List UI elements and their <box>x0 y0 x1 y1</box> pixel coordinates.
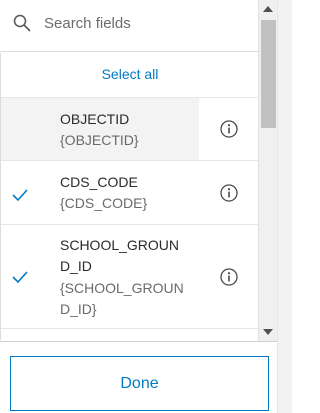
info-icon[interactable] <box>219 267 239 287</box>
search-icon <box>13 14 31 32</box>
field-alias: {SCHOOL_GROUND_ID} <box>60 280 184 317</box>
field-row-partial[interactable] <box>1 328 258 340</box>
field-row-objectid[interactable]: OBJECTID {OBJECTID} <box>1 97 258 160</box>
info-cell <box>199 98 258 160</box>
info-cell <box>199 161 258 224</box>
divider <box>0 341 277 342</box>
outer-scroll-track <box>277 0 292 413</box>
info-icon[interactable] <box>219 119 239 139</box>
check-icon <box>12 271 28 284</box>
field-picker-panel: Select all OBJECTID {OBJECTID} CDS_CODE … <box>0 0 292 413</box>
field-alias: {CDS_CODE} <box>60 195 148 211</box>
select-all-link[interactable]: Select all <box>1 66 258 82</box>
field-list[interactable]: Select all OBJECTID {OBJECTID} CDS_CODE … <box>0 53 258 340</box>
scrollbar[interactable] <box>258 0 277 341</box>
info-icon[interactable] <box>219 183 239 203</box>
scroll-down-arrow[interactable] <box>263 329 273 335</box>
done-button[interactable]: Done <box>10 356 269 411</box>
scroll-thumb[interactable] <box>261 20 276 128</box>
search-bar <box>0 0 258 52</box>
info-cell <box>199 225 258 328</box>
field-name: CDS_CODE <box>60 174 138 190</box>
field-alias: {OBJECTID} <box>60 132 139 148</box>
field-name: OBJECTID <box>60 111 130 127</box>
check-icon <box>12 189 28 202</box>
scroll-up-arrow[interactable] <box>263 6 273 12</box>
field-row-cds-code[interactable]: CDS_CODE {CDS_CODE} <box>1 160 258 224</box>
select-all-row: Select all <box>1 53 258 97</box>
search-input[interactable] <box>44 10 249 36</box>
field-name: SCHOOL_GROUND_ID <box>60 237 180 274</box>
field-row-school-ground-id[interactable]: SCHOOL_GROUND_ID {SCHOOL_GROUND_ID} <box>1 224 258 328</box>
